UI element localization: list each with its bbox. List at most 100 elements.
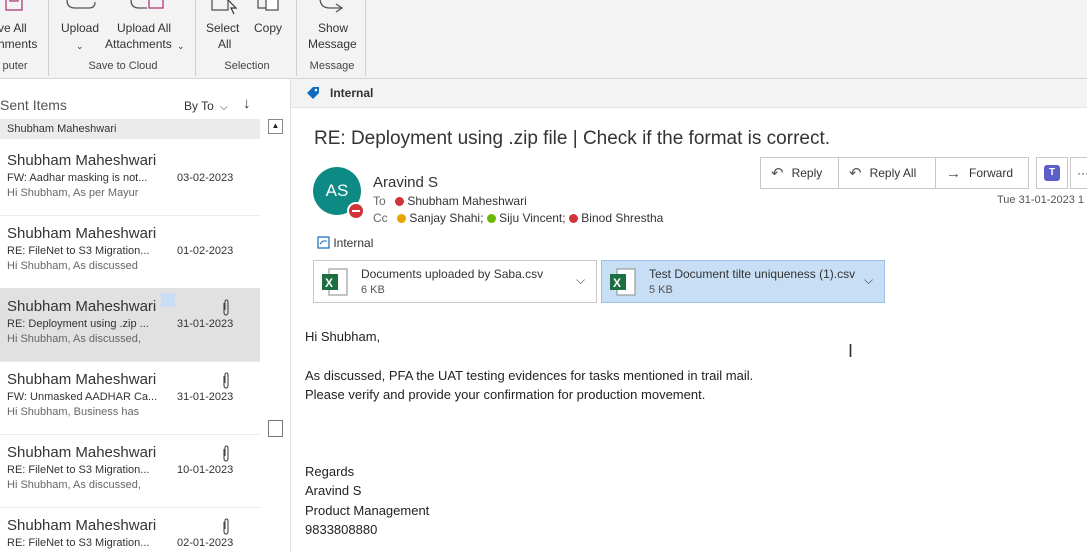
- reply-button[interactable]: ↶ Reply: [760, 157, 839, 189]
- list-item[interactable]: Shubham Maheshwari RE: FileNet to S3 Mig…: [0, 215, 260, 289]
- save-icon: [5, 0, 23, 11]
- list-item[interactable]: Shubham Maheshwari FW: Aadhar masking is…: [0, 142, 260, 216]
- selection-group-label: Selection: [224, 60, 270, 72]
- reply-all-button[interactable]: ↶ Reply All: [838, 157, 936, 189]
- save-all-label-1: ve All: [0, 21, 27, 35]
- list-item[interactable]: Shubham Maheshwari RE: FileNet to S3 Mig…: [0, 507, 260, 551]
- upload-all-label-1: Upload All: [117, 21, 172, 35]
- list-item-date: 02-01-2023: [177, 537, 234, 549]
- to-label: To: [373, 194, 386, 208]
- computer-group-label: puter: [2, 60, 28, 72]
- message-list-pane: Sent Items By To ⌵ ↓ Shubham Maheshwari …: [0, 79, 291, 551]
- to-recipient[interactable]: Shubham Maheshwari: [407, 194, 526, 208]
- chevron-down-icon: ⌄: [76, 41, 84, 51]
- teams-icon: T: [1044, 165, 1060, 181]
- cc-line: Cc Sanjay Shahi; Siju Vincent; Binod Shr…: [373, 211, 663, 225]
- cloud-save-icon: [130, 0, 164, 9]
- list-item[interactable]: Shubham Maheshwari FW: Unmasked AADHAR C…: [0, 361, 260, 435]
- list-item-subject: RE: Deployment using .zip ...: [7, 318, 149, 330]
- list-item-preview: Hi Shubham, As per Mayur: [7, 187, 139, 199]
- scroll-up-icon[interactable]: ▲: [268, 119, 283, 134]
- sensitivity-bar: Internal: [291, 79, 1087, 108]
- ribbon-separator: [365, 0, 366, 76]
- group-header[interactable]: Shubham Maheshwari: [0, 119, 260, 139]
- select-all-icon: [211, 0, 238, 15]
- group-header-label: Shubham Maheshwari: [7, 123, 117, 135]
- list-item[interactable]: Shubham Maheshwari RE: FileNet to S3 Mig…: [0, 434, 260, 508]
- copy-icon: [257, 0, 279, 11]
- sort-direction-arrow-icon[interactable]: ↓: [243, 95, 251, 112]
- tag-icon: [307, 87, 319, 99]
- list-item-date: 10-01-2023: [177, 464, 234, 476]
- select-label-2: All: [218, 37, 232, 51]
- presence-available-icon: [486, 214, 496, 223]
- teams-button[interactable]: T: [1036, 157, 1068, 189]
- list-item-date: 01-02-2023: [177, 245, 234, 257]
- more-actions-button[interactable]: ···: [1070, 157, 1087, 189]
- message-subject: RE: Deployment using .zip file | Check i…: [314, 128, 831, 149]
- avatar-initials: AS: [325, 181, 349, 200]
- cloud-icon: [66, 0, 96, 9]
- signature-line: Product Management: [305, 503, 430, 518]
- list-item-subject: RE: FileNet to S3 Migration...: [7, 464, 150, 476]
- list-item-preview: Hi Shubham, As discussed,: [7, 333, 141, 345]
- select-label-1: Select: [206, 21, 240, 35]
- chevron-down-icon[interactable]: ⌵: [864, 273, 873, 288]
- label-icon: [317, 236, 330, 249]
- text-cursor-icon: I: [848, 341, 854, 361]
- presence-busy-icon: [568, 214, 578, 223]
- body-line: Please verify and provide your confirmat…: [305, 387, 706, 402]
- list-item-selected[interactable]: Shubham Maheshwari RE: Deployment using …: [0, 288, 260, 362]
- message-date: Tue 31-01-2023 1: [997, 194, 1085, 206]
- cc-recipient[interactable]: Binod Shrestha: [581, 211, 663, 225]
- signature-line: 9833808880: [305, 522, 378, 537]
- list-item-from: Shubham Maheshwari: [7, 371, 157, 388]
- attachment-name: Test Document tilte uniqueness (1).csv: [649, 267, 856, 281]
- attachment[interactable]: X Documents uploaded by Saba.csv 6 KB ⌵: [313, 260, 597, 303]
- list-item-subject: FW: Unmasked AADHAR Ca...: [7, 391, 158, 403]
- sensitivity-label: Internal: [330, 86, 374, 100]
- chevron-down-icon[interactable]: ⌵: [576, 273, 585, 288]
- body-greeting: Hi Shubham,: [305, 329, 381, 344]
- upload-label: Upload: [61, 21, 100, 35]
- forward-button[interactable]: → Forward: [935, 157, 1029, 189]
- cc-recipient[interactable]: Sanjay Shahi;: [409, 211, 483, 225]
- excel-file-icon: X: [322, 268, 348, 296]
- signature-line: Aravind S: [305, 483, 362, 498]
- show-message-icon: [319, 0, 344, 13]
- cc-recipient[interactable]: Siju Vincent;: [499, 211, 566, 225]
- show-label-2: Message: [308, 37, 357, 51]
- sort-by-dropdown[interactable]: By To ⌵: [184, 99, 228, 113]
- scrollbar[interactable]: ▲: [261, 119, 283, 551]
- list-item-from: Shubham Maheshwari: [7, 152, 157, 169]
- folder-title: Sent Items: [0, 97, 67, 113]
- ribbon-separator: [296, 0, 297, 76]
- excel-file-icon: X: [610, 268, 636, 296]
- ribbon-separator: [48, 0, 49, 76]
- attachment-name: Documents uploaded by Saba.csv: [361, 267, 544, 281]
- forward-icon: →: [946, 164, 961, 182]
- chevron-down-icon: ⌵: [220, 102, 228, 113]
- list-item-date: 31-01-2023: [177, 391, 234, 403]
- list-item-from: Shubham Maheshwari: [7, 444, 157, 461]
- svg-text:X: X: [613, 276, 621, 290]
- list-item-preview: Hi Shubham, As discussed,: [7, 479, 141, 491]
- copy-label: Copy: [254, 21, 283, 35]
- paperclip-icon: [223, 518, 229, 535]
- ribbon-separator: [195, 0, 196, 76]
- paperclip-icon: [223, 299, 229, 316]
- list-item-from: Shubham Maheshwari: [7, 225, 157, 242]
- reply-icon: ↶: [771, 165, 784, 182]
- sender-name[interactable]: Aravind S: [373, 174, 438, 191]
- upload-all-label-2: Attachments: [105, 37, 172, 51]
- label-text: Internal: [333, 236, 374, 250]
- ribbon: ve All hments puter Upload ⌄ Upload All …: [0, 0, 1087, 79]
- scroll-thumb[interactable]: [268, 420, 283, 437]
- show-label-1: Show: [318, 21, 349, 35]
- cc-label: Cc: [373, 211, 388, 225]
- body-line: As discussed, PFA the UAT testing eviden…: [305, 368, 754, 383]
- save-all-label-2: hments: [0, 37, 38, 51]
- attachment-selected[interactable]: X Test Document tilte uniqueness (1).csv…: [601, 260, 885, 303]
- to-line: To Shubham Maheshwari: [373, 194, 527, 208]
- sort-label: By To: [184, 99, 214, 113]
